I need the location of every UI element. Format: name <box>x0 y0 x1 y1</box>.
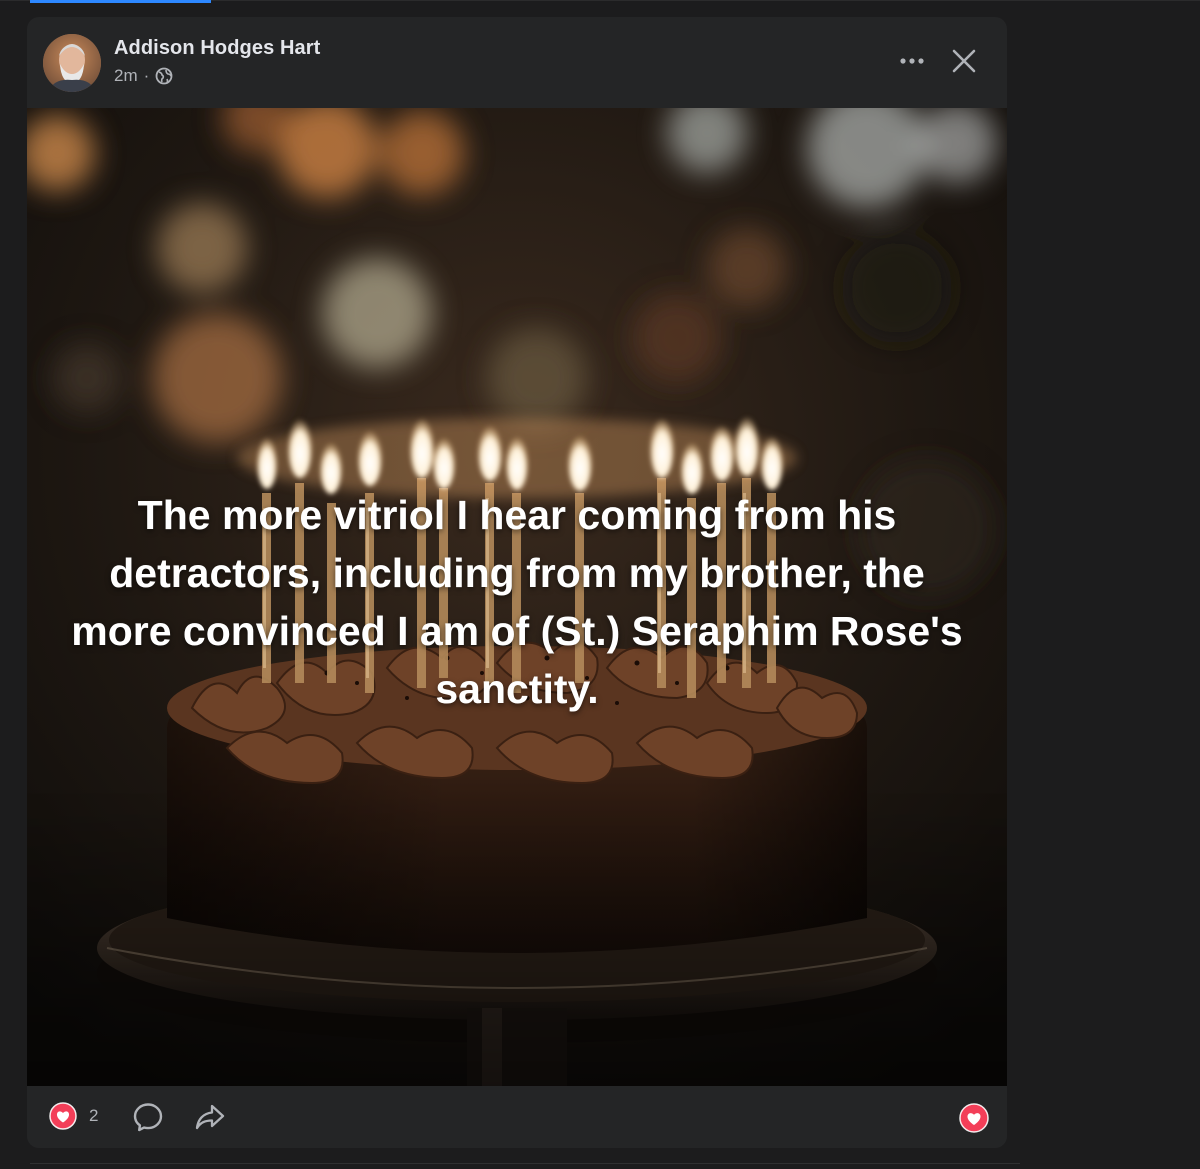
post-header: Addison Hodges Hart 2m · <box>27 17 1007 108</box>
comment-button[interactable] <box>131 1100 165 1134</box>
more-options-button[interactable] <box>893 45 931 77</box>
heart-react-icon <box>959 1103 989 1133</box>
reaction-summary[interactable]: 2 <box>49 1102 98 1130</box>
share-icon <box>195 1104 225 1130</box>
comment-icon <box>133 1103 163 1132</box>
close-icon <box>952 49 976 73</box>
reaction-count[interactable]: 2 <box>89 1106 98 1126</box>
bottom-divider <box>30 1163 1020 1164</box>
post-timestamp[interactable]: 2m <box>114 66 138 86</box>
post-image[interactable]: The more vitriol I hear coming from his … <box>27 108 1007 1086</box>
avatar-photo <box>43 34 101 92</box>
globe-icon[interactable] <box>155 67 173 85</box>
post-action-bar: 2 <box>27 1086 1007 1148</box>
meta-separator: · <box>143 66 150 85</box>
post-meta: 2m · <box>114 66 173 86</box>
heart-icon <box>49 1102 77 1130</box>
avatar[interactable] <box>43 34 101 92</box>
post-caption: The more vitriol I hear coming from his … <box>71 492 963 712</box>
more-dots-icon <box>900 58 924 64</box>
author-name[interactable]: Addison Hodges Hart <box>114 37 320 60</box>
loading-progress-bar <box>30 0 211 3</box>
close-button[interactable] <box>944 41 984 81</box>
post-card: Addison Hodges Hart 2m · The more vitrio… <box>27 17 1007 1148</box>
love-react-button[interactable] <box>959 1103 989 1133</box>
share-button[interactable] <box>193 1100 227 1134</box>
